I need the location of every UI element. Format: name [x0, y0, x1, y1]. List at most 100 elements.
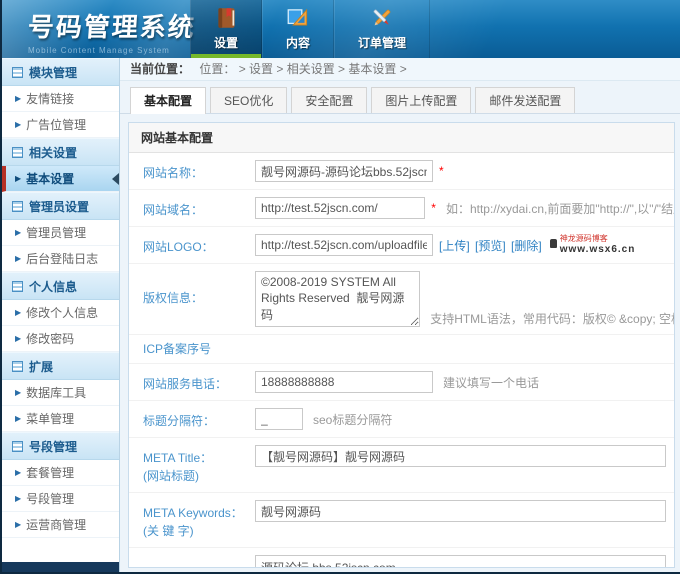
- watermark: 神龙源码博客 www.wsx6.cn: [550, 235, 636, 255]
- arrow-right-icon: ▶: [15, 494, 21, 503]
- sidebar-fill: [2, 538, 119, 562]
- section-title: 号段管理: [29, 438, 77, 455]
- section-title: 模块管理: [29, 64, 77, 81]
- sidebar-section-number-segment[interactable]: 号段管理: [2, 432, 119, 460]
- title-separator-input[interactable]: [255, 408, 303, 430]
- sidebar-item-admin-manage[interactable]: ▶ 管理员管理: [2, 220, 119, 246]
- site-name-input[interactable]: [255, 160, 433, 182]
- meta-title-input[interactable]: [255, 445, 666, 467]
- ink-bottle-icon: [550, 239, 557, 248]
- sidebar-item-package-manage[interactable]: ▶ 套餐管理: [2, 460, 119, 486]
- nav-content-label: 内容: [286, 34, 310, 51]
- upload-link[interactable]: [上传]: [439, 239, 470, 253]
- sidebar-item-change-password[interactable]: ▶ 修改密码: [2, 326, 119, 352]
- book-icon: [213, 5, 239, 31]
- meta-keywords-input[interactable]: [255, 500, 666, 522]
- copyright-textarea[interactable]: ©2008-2019 SYSTEM All Rights Reserved 靓号…: [255, 271, 420, 327]
- domain-input[interactable]: [255, 197, 425, 219]
- site-name-label: 网站名称：: [143, 164, 255, 182]
- sidebar-item-login-log[interactable]: ▶ 后台登陆日志: [2, 246, 119, 272]
- sidebar-item-db-tools[interactable]: ▶ 数据库工具: [2, 380, 119, 406]
- arrow-right-icon: ▶: [15, 120, 21, 129]
- meta-description-label: Meta Description：: [143, 565, 255, 567]
- form-row-icp: ICP备案序号: [129, 335, 674, 364]
- meta-title-sublabel: (网站标题): [143, 467, 255, 485]
- nav-order-manage[interactable]: 订单管理: [334, 0, 430, 58]
- arrow-right-icon: ▶: [15, 414, 21, 423]
- sidebar-item-ad-manage[interactable]: ▶ 广告位管理: [2, 112, 119, 138]
- form-row-logo: 网站LOGO： [上传] [预览] [删除] 神龙源码: [129, 227, 674, 264]
- sidebar-item-segment-manage[interactable]: ▶ 号段管理: [2, 486, 119, 512]
- breadcrumb-label: 当前位置：: [130, 62, 190, 76]
- section-title: 相关设置: [29, 144, 77, 161]
- arrow-right-icon: ▶: [15, 334, 21, 343]
- logo-url-input[interactable]: [255, 234, 433, 256]
- separator-label: 标题分隔符：: [143, 412, 255, 430]
- required-asterisk: *: [439, 164, 444, 178]
- arrow-right-icon: ▶: [15, 228, 21, 237]
- phone-label: 网站服务电话：: [143, 375, 255, 393]
- arrow-right-icon: ▶: [15, 94, 21, 103]
- meta-description-textarea[interactable]: 源码论坛 bbs.52jscn.com: [255, 555, 666, 567]
- arrow-right-icon: ▶: [15, 468, 21, 477]
- service-phone-input[interactable]: [255, 371, 433, 393]
- sidebar-item-basic-settings[interactable]: ▶ 基本设置: [2, 166, 119, 192]
- grid-icon: [12, 67, 23, 78]
- arrow-right-icon: ▶: [15, 174, 21, 183]
- active-pointer-icon: [112, 173, 119, 185]
- section-title: 管理员设置: [29, 198, 89, 215]
- arrow-right-icon: ▶: [15, 388, 21, 397]
- sidebar-section-extensions[interactable]: 扩展: [2, 352, 119, 380]
- meta-keywords-label: META Keywords：: [143, 504, 255, 522]
- tab-bar: 基本配置 SEO优化 安全配置 图片上传配置 邮件发送配置: [120, 81, 680, 114]
- logo-actions: [上传] [预览] [删除]: [439, 237, 544, 254]
- sidebar-section-module-manage[interactable]: 模块管理: [2, 58, 119, 86]
- logo-label: 网站LOGO：: [143, 238, 255, 256]
- form-row-meta-keywords: META Keywords： (关 键 字): [129, 493, 674, 548]
- breadcrumb-path: 位置： > 设置 > 相关设置 > 基本设置 >: [199, 62, 406, 76]
- sidebar-section-admin-settings[interactable]: 管理员设置: [2, 192, 119, 220]
- sidebar-section-related-settings[interactable]: 相关设置: [2, 138, 119, 166]
- grid-icon: [12, 147, 23, 158]
- settings-form: 网站名称： * 网站域名： * 如：http://xydai.cn,前面要加"h…: [129, 153, 674, 567]
- form-row-meta-description: Meta Description： (网站描述 ) 源码论坛 bbs.52jsc…: [129, 548, 674, 567]
- tab-seo[interactable]: SEO优化: [210, 87, 287, 113]
- nav-order-manage-label: 订单管理: [358, 34, 406, 51]
- preview-link[interactable]: [预览]: [475, 239, 506, 253]
- meta-keywords-sublabel: (关 键 字): [143, 522, 255, 540]
- form-row-copyright: 版权信息： ©2008-2019 SYSTEM All Rights Reser…: [129, 264, 674, 335]
- app-header: 号码管理系统 Mobile Content Manage System 设置: [2, 0, 680, 58]
- phone-hint: 建议填写一个电话: [443, 374, 539, 391]
- grid-icon: [12, 441, 23, 452]
- tab-mail-send[interactable]: 邮件发送配置: [475, 87, 575, 113]
- copyright-label: 版权信息：: [143, 289, 255, 307]
- app-title: 号码管理系统: [27, 7, 192, 44]
- sidebar-item-friend-links[interactable]: ▶ 友情链接: [2, 86, 119, 112]
- sidebar-section-personal-info[interactable]: 个人信息: [2, 272, 119, 300]
- nav-content[interactable]: 内容: [262, 0, 334, 58]
- arrow-right-icon: ▶: [15, 254, 21, 263]
- app-subtitle: Mobile Content Manage System: [28, 46, 190, 55]
- watermark-url: www.wsx6.cn: [560, 244, 636, 255]
- grid-icon: [12, 201, 23, 212]
- tab-basic-config[interactable]: 基本配置: [130, 87, 206, 114]
- sidebar-item-operator-manage[interactable]: ▶ 运营商管理: [2, 512, 119, 538]
- tab-security[interactable]: 安全配置: [291, 87, 367, 113]
- pen-brush-icon: [369, 5, 395, 31]
- nav-settings[interactable]: 设置: [190, 0, 262, 58]
- sidebar-footer: [2, 562, 119, 574]
- icp-label: ICP备案序号: [143, 340, 255, 358]
- form-row-site-name: 网站名称： *: [129, 153, 674, 190]
- nav-settings-label: 设置: [214, 34, 238, 51]
- delete-link[interactable]: [删除]: [511, 239, 542, 253]
- sidebar: 模块管理 ▶ 友情链接 ▶ 广告位管理 相关设置 ▶ 基本设置 管理员设置: [2, 58, 120, 574]
- sidebar-item-menu-manage[interactable]: ▶ 菜单管理: [2, 406, 119, 432]
- form-row-phone: 网站服务电话： 建议填写一个电话: [129, 364, 674, 401]
- meta-title-label: META Title：: [143, 449, 255, 467]
- breadcrumb: 当前位置： 位置： > 设置 > 相关设置 > 基本设置 >: [120, 58, 680, 81]
- grid-icon: [12, 281, 23, 292]
- tab-image-upload[interactable]: 图片上传配置: [371, 87, 471, 113]
- arrow-right-icon: ▶: [15, 308, 21, 317]
- sidebar-item-edit-profile[interactable]: ▶ 修改个人信息: [2, 300, 119, 326]
- panel-title: 网站基本配置: [129, 123, 674, 153]
